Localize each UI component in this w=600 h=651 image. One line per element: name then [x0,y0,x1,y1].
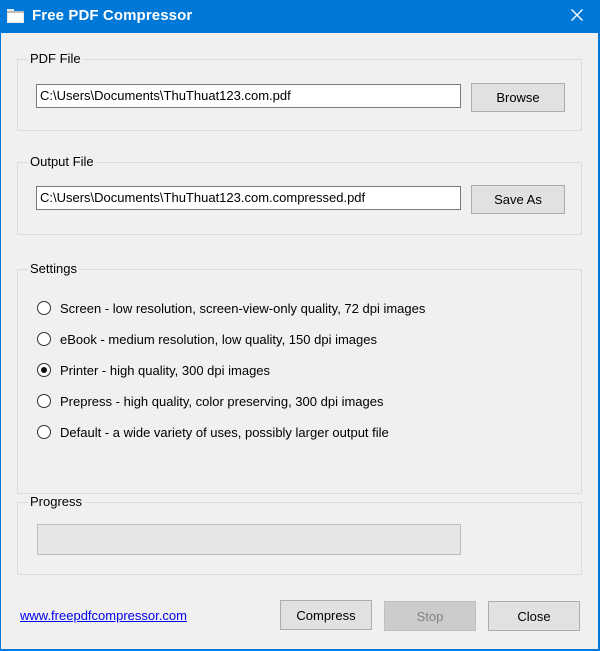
radio-button-printer[interactable] [37,363,51,377]
close-icon [571,9,583,24]
pdf-file-input[interactable]: C:\Users\Documents\ThuThuat123.com.pdf [36,84,461,108]
window-title: Free PDF Compressor [32,7,193,24]
radio-option-default[interactable]: Default - a wide variety of uses, possib… [37,423,389,441]
output-file-input[interactable]: C:\Users\Documents\ThuThuat123.com.compr… [36,186,461,210]
radio-button-prepress[interactable] [37,394,51,408]
compress-button[interactable]: Compress [280,600,372,630]
save-as-button[interactable]: Save As [471,185,565,214]
browse-button[interactable]: Browse [471,83,565,112]
radio-option-printer[interactable]: Printer - high quality, 300 dpi images [37,361,270,379]
close-window-button[interactable] [554,0,600,33]
radio-option-prepress[interactable]: Prepress - high quality, color preservin… [37,392,383,410]
radio-label-printer: Printer - high quality, 300 dpi images [60,362,271,378]
radio-label-screen: Screen - low resolution, screen-view-onl… [60,300,426,316]
pdf-file-label: PDF File [28,51,83,66]
radio-option-ebook[interactable]: eBook - medium resolution, low quality, … [37,330,377,348]
radio-button-ebook[interactable] [37,332,51,346]
progress-bar [37,524,461,555]
progress-label: Progress [28,494,85,509]
radio-option-screen[interactable]: Screen - low resolution, screen-view-onl… [37,299,425,317]
radio-label-ebook: eBook - medium resolution, low quality, … [60,331,377,347]
dialog-body: PDF File C:\Users\Documents\ThuThuat123.… [1,33,598,649]
stop-button[interactable]: Stop [384,601,476,631]
app-window: Free PDF Compressor PDF File C:\Users\Do… [0,0,600,651]
settings-label: Settings [28,261,79,276]
folder-icon [7,9,24,23]
website-link[interactable]: www.freepdfcompressor.com [20,608,187,623]
radio-button-default[interactable] [37,425,51,439]
radio-label-prepress: Prepress - high quality, color preservin… [60,393,384,409]
title-bar[interactable]: Free PDF Compressor [0,0,600,33]
output-file-label: Output File [28,154,96,169]
radio-label-default: Default - a wide variety of uses, possib… [60,424,389,440]
radio-button-screen[interactable] [37,301,51,315]
close-button[interactable]: Close [488,601,580,631]
